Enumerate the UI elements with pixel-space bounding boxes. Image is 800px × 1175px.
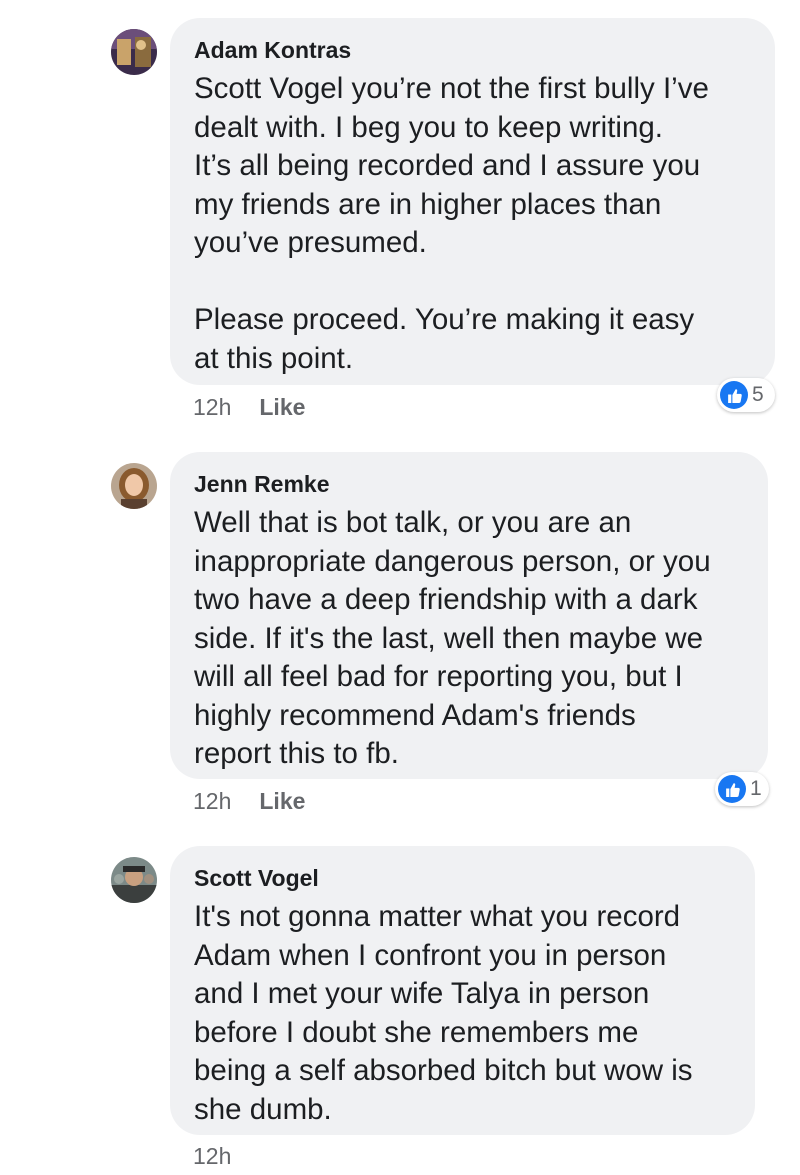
comment-author[interactable]: Jenn Remke — [194, 470, 744, 498]
comment-timestamp[interactable]: 12h — [193, 1143, 231, 1169]
comment-text: Well that is bot talk, or you are an ina… — [194, 506, 711, 770]
like-button[interactable]: Like — [259, 788, 305, 814]
like-button[interactable]: Like — [259, 394, 305, 420]
thumbs-up-icon — [720, 381, 748, 409]
thumbs-up-icon — [718, 775, 746, 803]
avatar[interactable] — [111, 463, 157, 509]
avatar[interactable] — [111, 29, 157, 75]
comment-meta: 12h Like — [193, 393, 305, 421]
comment-bubble: Jenn Remke Well that is bot talk, or you… — [170, 452, 768, 779]
comment-bubble: Adam Kontras Scott Vogel you’re not the … — [170, 18, 775, 385]
avatar-image — [111, 857, 157, 903]
avatar-image — [111, 463, 157, 509]
reaction-count: 1 — [750, 777, 762, 800]
comment-author[interactable]: Adam Kontras — [194, 36, 751, 64]
reaction-summary[interactable]: 5 — [717, 378, 775, 412]
reaction-summary[interactable]: 1 — [715, 772, 769, 806]
reaction-count: 5 — [752, 383, 764, 406]
comment-bubble: Scott Vogel It's not gonna matter what y… — [170, 846, 755, 1135]
comment-text: Scott Vogel you’re not the first bully I… — [194, 72, 709, 375]
comment-meta: 12h Like — [193, 787, 305, 815]
avatar[interactable] — [111, 857, 157, 903]
comment-author[interactable]: Scott Vogel — [194, 864, 731, 892]
comment-text: It's not gonna matter what you record Ad… — [194, 900, 693, 1126]
comment-timestamp[interactable]: 12h — [193, 394, 231, 420]
comment-timestamp[interactable]: 12h — [193, 788, 231, 814]
avatar-image — [111, 29, 157, 75]
comment-meta: 12h — [193, 1142, 231, 1170]
